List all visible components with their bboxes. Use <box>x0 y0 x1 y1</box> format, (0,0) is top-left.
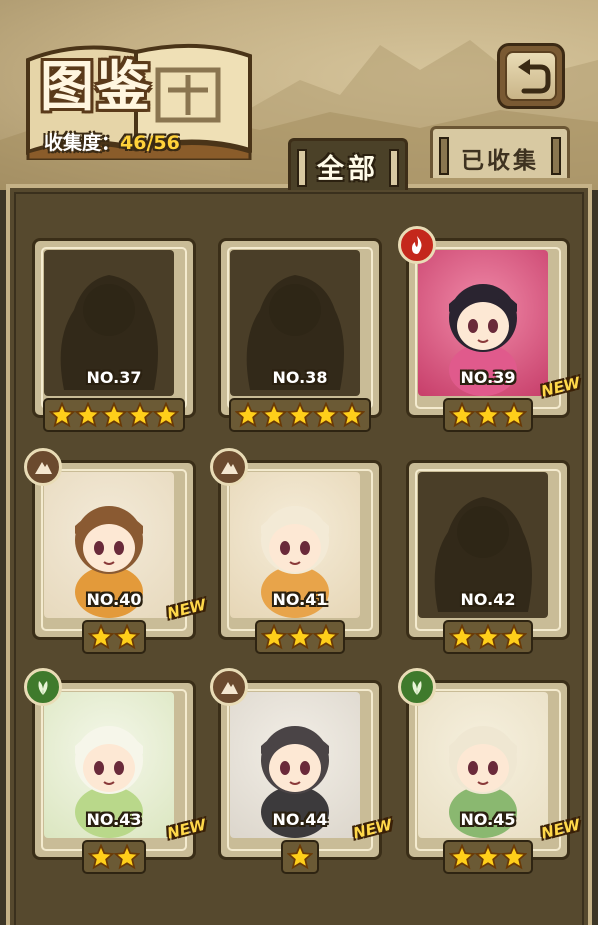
star-icon <box>101 402 127 428</box>
grass-element-badge <box>24 668 62 706</box>
star-icon <box>114 844 140 870</box>
card-number: NO.42 <box>460 590 516 609</box>
star-icon <box>313 624 339 650</box>
earth-icon <box>221 462 238 474</box>
star-rating <box>216 398 384 436</box>
fire-icon <box>412 236 422 254</box>
page-title: 图鉴 <box>40 54 152 118</box>
card-number: NO.38 <box>272 368 328 387</box>
star-rating <box>216 620 384 658</box>
star-rating <box>404 840 572 878</box>
star-icon <box>261 402 287 428</box>
star-icon <box>475 624 501 650</box>
grass-element-badge <box>398 668 436 706</box>
earth-icon <box>35 462 52 474</box>
tab-collected[interactable]: 已收集 <box>430 126 570 178</box>
star-icon <box>475 844 501 870</box>
collection-progress: 收集度：46/56 <box>44 128 180 155</box>
card-number: NO.37 <box>86 368 142 387</box>
collection-label: 收集度： <box>44 132 121 154</box>
star-icon <box>313 402 339 428</box>
star-rating <box>30 620 198 658</box>
star-icon <box>261 624 287 650</box>
collection-card[interactable]: NO.44 NEW <box>210 668 394 878</box>
back-button[interactable] <box>497 43 565 109</box>
earth-element-badge <box>210 448 248 486</box>
star-icon <box>449 844 475 870</box>
star-icon <box>475 402 501 428</box>
star-icon <box>235 402 261 428</box>
star-icon <box>501 402 527 428</box>
star-icon <box>449 624 475 650</box>
star-icon <box>287 402 313 428</box>
collection-card[interactable]: NO.38 <box>216 236 384 436</box>
collection-card[interactable]: NO.42 <box>404 458 572 658</box>
star-icon <box>127 402 153 428</box>
collection-card[interactable]: NO.37 <box>30 236 198 436</box>
star-icon <box>49 402 75 428</box>
star-icon <box>114 624 140 650</box>
star-icon <box>339 402 365 428</box>
collection-card[interactable]: NO.40 NEW <box>24 448 208 658</box>
star-icon <box>75 402 101 428</box>
tab-all[interactable]: 全部 <box>288 138 408 190</box>
fire-element-badge <box>398 226 436 264</box>
star-rating <box>30 398 198 436</box>
card-number: NO.41 <box>272 590 328 609</box>
star-icon <box>287 844 313 870</box>
grass-icon <box>412 681 422 695</box>
star-icon <box>501 624 527 650</box>
earth-element-badge <box>24 448 62 486</box>
star-icon <box>287 624 313 650</box>
star-icon <box>88 624 114 650</box>
tab-collected-label: 已收集 <box>461 148 539 174</box>
star-icon <box>449 402 475 428</box>
collection-card[interactable]: NO.43 NEW <box>24 668 208 878</box>
star-rating <box>404 398 572 436</box>
star-icon <box>153 402 179 428</box>
collection-card[interactable]: NO.45 NEW <box>398 668 582 878</box>
collection-card[interactable]: NO.41 <box>210 448 384 658</box>
return-arrow-icon <box>518 59 551 94</box>
star-icon <box>88 844 114 870</box>
earth-element-badge <box>210 668 248 706</box>
earth-icon <box>221 682 238 694</box>
collection-value: 46/56 <box>120 132 180 154</box>
grass-icon <box>38 681 48 695</box>
collection-card[interactable]: NO.39 NEW <box>398 226 582 436</box>
star-rating <box>30 840 198 878</box>
star-rating <box>216 840 384 878</box>
tab-all-label: 全部 <box>317 154 379 185</box>
star-icon <box>501 844 527 870</box>
star-rating <box>404 620 572 658</box>
